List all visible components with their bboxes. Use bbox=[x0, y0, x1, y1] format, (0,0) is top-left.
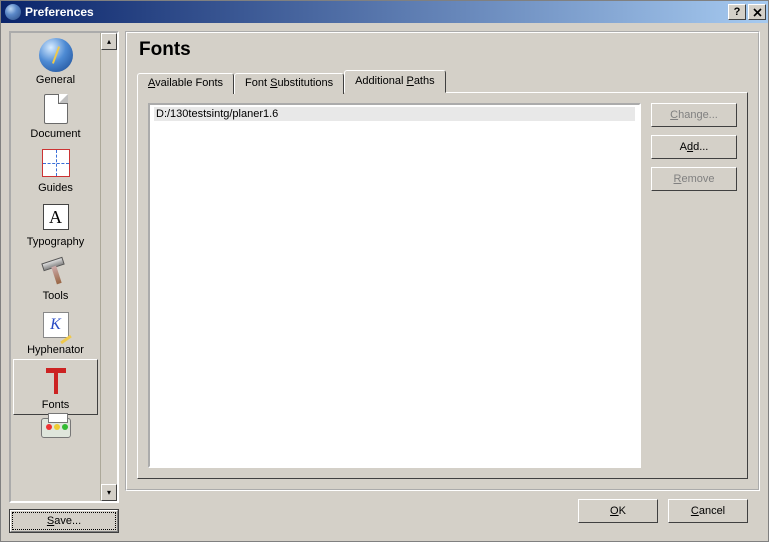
guides-icon bbox=[39, 146, 73, 180]
sidebar-item-fonts[interactable]: Fonts bbox=[13, 359, 98, 415]
hyphenator-icon: K bbox=[39, 308, 73, 342]
window-title: Preferences bbox=[25, 5, 726, 19]
path-list[interactable]: D:/130testsintg/planer1.6 bbox=[148, 103, 641, 468]
tab-page: D:/130testsintg/planer1.6 Change... Add.… bbox=[137, 92, 748, 479]
add-button[interactable]: Add... bbox=[651, 135, 737, 159]
tab-additional-paths[interactable]: Additional Paths bbox=[344, 70, 446, 93]
scroll-up-button[interactable]: ▴ bbox=[101, 33, 117, 50]
path-buttons: Change... Add... Remove bbox=[651, 103, 737, 468]
sidebar: General Document Guides A Typography bbox=[9, 31, 119, 503]
sidebar-item-label: General bbox=[36, 74, 75, 86]
tools-icon bbox=[39, 254, 73, 288]
sidebar-scrollbar[interactable]: ▴ ▾ bbox=[100, 33, 117, 501]
document-icon bbox=[39, 92, 73, 126]
change-button[interactable]: Change... bbox=[651, 103, 737, 127]
content-area: General Document Guides A Typography bbox=[1, 23, 768, 541]
sidebar-item-document[interactable]: Document bbox=[13, 89, 98, 143]
sidebar-list: General Document Guides A Typography bbox=[11, 33, 100, 501]
sidebar-column: General Document Guides A Typography bbox=[9, 31, 119, 533]
app-icon bbox=[5, 4, 21, 20]
sidebar-item-label: Document bbox=[30, 128, 80, 140]
sidebar-item-typography[interactable]: A Typography bbox=[13, 197, 98, 251]
sidebar-item-label: Tools bbox=[43, 290, 69, 302]
printer-icon bbox=[39, 418, 73, 438]
tab-row: Available Fonts Font Substitutions Addit… bbox=[137, 71, 748, 93]
sidebar-item-printer[interactable] bbox=[13, 415, 98, 438]
typography-icon: A bbox=[39, 200, 73, 234]
help-button[interactable]: ? bbox=[728, 4, 746, 20]
scroll-down-button[interactable]: ▾ bbox=[101, 484, 117, 501]
sidebar-item-label: Fonts bbox=[42, 399, 70, 411]
titlebar: Preferences ? bbox=[1, 1, 768, 23]
ok-button[interactable]: OK bbox=[578, 499, 658, 523]
tab-available-fonts[interactable]: Available Fonts bbox=[137, 73, 234, 94]
cancel-button[interactable]: Cancel bbox=[668, 499, 748, 523]
save-button[interactable]: Save... bbox=[9, 509, 119, 533]
page-title: Fonts bbox=[139, 39, 748, 61]
sidebar-item-hyphenator[interactable]: K Hyphenator bbox=[13, 305, 98, 359]
close-button[interactable] bbox=[748, 4, 766, 20]
remove-button[interactable]: Remove bbox=[651, 167, 737, 191]
sidebar-item-label: Hyphenator bbox=[27, 344, 84, 356]
sidebar-item-guides[interactable]: Guides bbox=[13, 143, 98, 197]
sidebar-item-label: Guides bbox=[38, 182, 73, 194]
sidebar-item-tools[interactable]: Tools bbox=[13, 251, 98, 305]
dialog-footer: OK Cancel bbox=[125, 491, 760, 533]
tab-font-substitutions[interactable]: Font Substitutions bbox=[234, 73, 344, 94]
sidebar-item-label: Typography bbox=[27, 236, 84, 248]
main-panel: Fonts Available Fonts Font Substitutions… bbox=[125, 31, 760, 491]
fonts-icon bbox=[39, 363, 73, 397]
preferences-window: Preferences ? General Document bbox=[0, 0, 769, 542]
general-icon bbox=[39, 38, 73, 72]
list-item[interactable]: D:/130testsintg/planer1.6 bbox=[154, 107, 635, 121]
sidebar-item-general[interactable]: General bbox=[13, 35, 98, 89]
